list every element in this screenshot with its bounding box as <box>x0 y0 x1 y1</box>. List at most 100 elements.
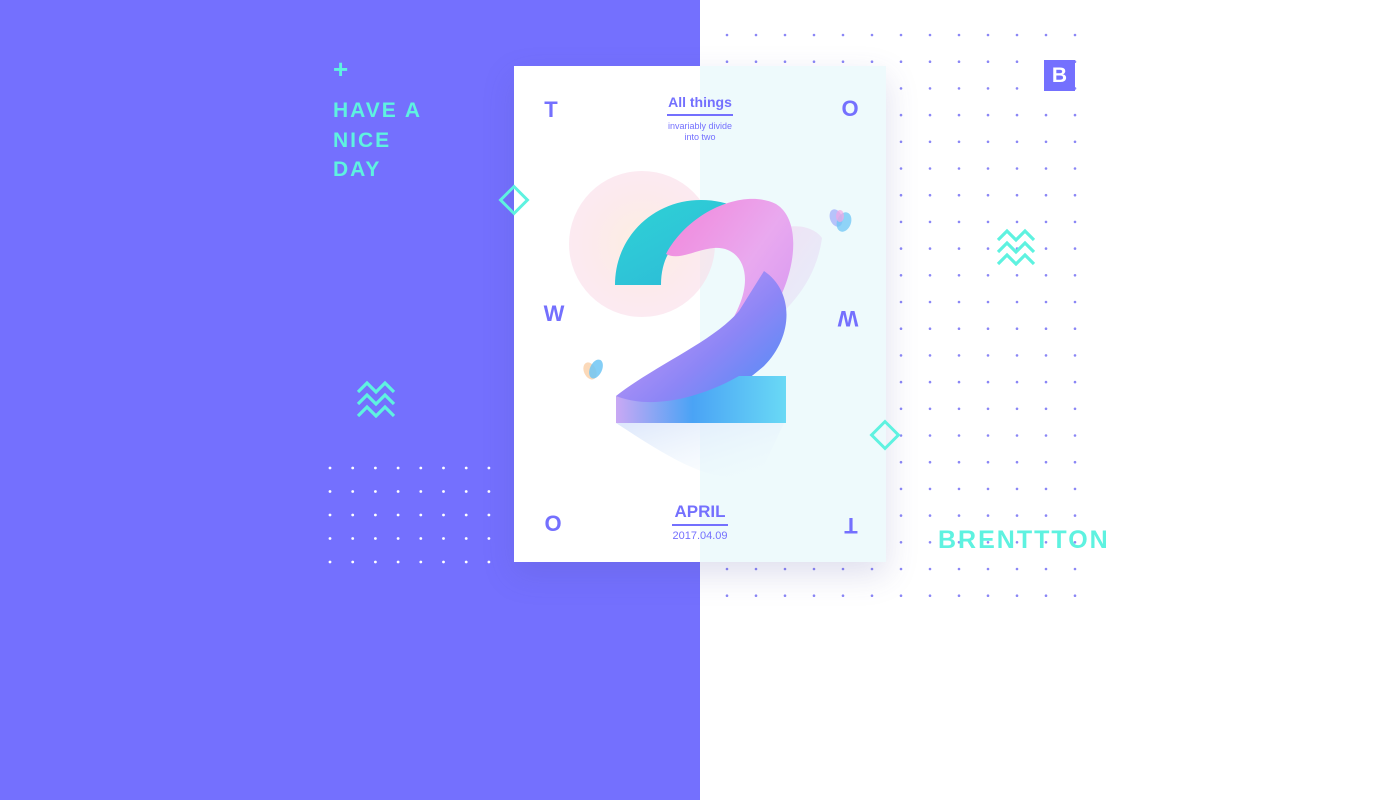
grid-dot <box>957 354 961 357</box>
grid-dot <box>928 300 932 304</box>
grid-dot <box>870 33 874 37</box>
grid-dot <box>1044 274 1048 277</box>
grid-dot <box>1015 434 1019 437</box>
grid-dot <box>899 33 903 37</box>
grid-dot <box>928 567 932 571</box>
grid-dot <box>351 560 355 564</box>
grid-dot <box>1073 354 1077 357</box>
grid-dot <box>1073 380 1077 384</box>
grid-dot <box>396 513 400 517</box>
grid-dot <box>1044 460 1048 464</box>
grid-dot <box>464 490 468 493</box>
grid-dot <box>928 380 932 384</box>
grid-dot <box>725 594 729 597</box>
grid-dot <box>464 560 468 564</box>
subline-text: invariably divide <box>667 121 733 131</box>
grid-dot <box>899 460 903 464</box>
grid-dot <box>1015 300 1019 304</box>
grid-dot <box>1073 274 1077 277</box>
grid-dot <box>957 434 961 437</box>
grid-dot <box>1073 487 1077 491</box>
grid-dot <box>464 513 468 517</box>
grid-dot <box>374 490 377 493</box>
grid-dot <box>986 167 990 170</box>
poster-date: 2017.04.09 <box>672 530 728 542</box>
grid-dot <box>419 537 423 540</box>
grid-dot <box>1015 87 1019 90</box>
corner-letter: W <box>543 301 565 326</box>
grid-dot <box>957 407 961 411</box>
grid-dot <box>396 537 400 540</box>
grid-dot <box>396 490 400 493</box>
grid-dot <box>396 466 400 470</box>
grid-dot <box>899 354 903 357</box>
grid-dot <box>1073 113 1077 117</box>
grid-dot <box>1044 140 1048 144</box>
grid-dot <box>899 594 903 597</box>
grid-dot <box>899 567 903 571</box>
grid-dot <box>1073 327 1077 331</box>
grid-dot <box>899 407 903 411</box>
poster-card: T O W W O T All things invariably divide… <box>514 66 886 562</box>
grid-dot <box>1044 113 1048 117</box>
grid-dot <box>487 490 491 493</box>
plus-icon: + <box>333 54 349 84</box>
grid-dot <box>957 220 961 224</box>
grid-dot <box>1015 327 1019 331</box>
grid-dot <box>928 594 932 597</box>
corner-letter: W <box>837 306 859 331</box>
grid-dot <box>487 560 491 564</box>
grid-dot <box>1015 460 1019 464</box>
grid-dot <box>351 537 355 540</box>
grid-dot <box>928 220 932 224</box>
grid-dot <box>812 60 816 63</box>
grid-dot <box>487 513 491 517</box>
grid-dot <box>957 594 961 597</box>
grid-dot <box>374 513 377 517</box>
grid-dot <box>957 113 961 117</box>
grid-dot <box>442 537 445 540</box>
grid-dot <box>899 140 903 144</box>
grid-dot <box>957 514 961 517</box>
grid-dot <box>328 466 332 470</box>
grid-dot <box>1044 567 1048 571</box>
grid-dot <box>957 300 961 304</box>
grid-dot <box>1015 274 1019 277</box>
grid-dot <box>351 466 355 470</box>
grid-dot <box>419 490 423 493</box>
grid-dot <box>1073 33 1077 37</box>
tagline-line: DAY <box>333 158 382 181</box>
grid-dot <box>870 594 874 597</box>
grid-dot <box>899 380 903 384</box>
grid-dot <box>351 490 355 493</box>
grid-dot <box>374 560 377 564</box>
poster-headline: All things <box>668 94 732 110</box>
grid-dot <box>928 434 932 437</box>
grid-dot <box>783 33 787 37</box>
grid-dot <box>374 466 377 470</box>
grid-dot <box>328 537 332 540</box>
tagline-line: NICE <box>333 128 392 152</box>
tagline-line: HAVE A <box>333 99 423 122</box>
headline-underline <box>667 114 733 116</box>
corner-letter: T <box>844 513 858 538</box>
butterfly-icon <box>829 209 852 232</box>
grid-dot <box>1073 567 1077 571</box>
grid-dot <box>442 490 445 493</box>
grid-dot <box>1015 113 1019 117</box>
grid-dot <box>812 567 816 571</box>
grid-dot <box>841 33 845 37</box>
grid-dot <box>1044 407 1048 411</box>
grid-dot <box>1044 594 1048 597</box>
artwork-canvas: + HAVE A NICE DAY B BRENTTTON T O W W O … <box>0 0 1400 800</box>
grid-dot <box>725 60 729 63</box>
grid-dot <box>899 541 903 544</box>
grid-dot <box>986 140 990 144</box>
grid-dot <box>1044 193 1048 197</box>
grid-dot <box>986 380 990 384</box>
month-underline <box>672 524 728 526</box>
grid-dot <box>928 407 932 411</box>
grid-dot <box>986 33 990 37</box>
grid-dot <box>1044 33 1048 37</box>
grid-dot <box>928 327 932 331</box>
